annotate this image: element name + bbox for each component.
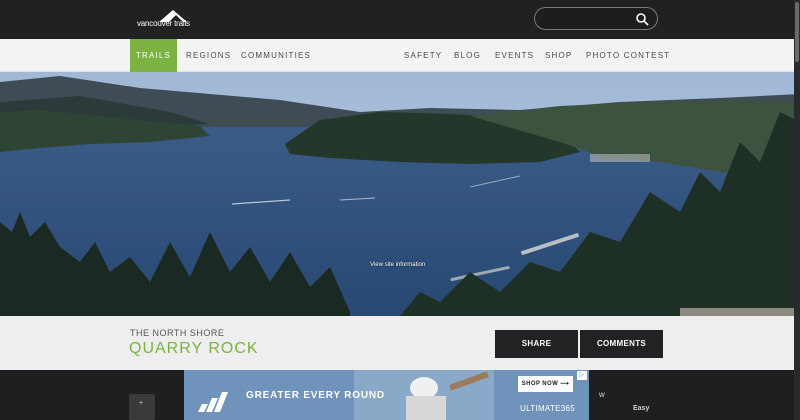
nav-item-communities[interactable]: COMMUNITIES (241, 39, 311, 72)
plus-icon: + (139, 400, 144, 407)
sidebar-logo-icon: ᴡ (599, 390, 605, 399)
logo-text: vancouver trails (137, 19, 190, 28)
trail-region[interactable]: THE NORTH SHORE (130, 328, 224, 338)
ad-shop-now-button[interactable]: SHOP NOW ⟶ (518, 376, 573, 392)
trail-title-band: THE NORTH SHORE QUARRY ROCK SHARE COMMEN… (0, 316, 800, 370)
nav-item-shop[interactable]: SHOP (545, 39, 572, 72)
lake-landscape-image (0, 72, 800, 316)
ad-choices-icon[interactable]: ▷ (577, 371, 587, 380)
nav-item-photo-contest[interactable]: PHOTO CONTEST (586, 39, 670, 72)
nav-item-events[interactable]: EVENTS (495, 39, 534, 72)
main-nav: TRAILS REGIONS COMMUNITIES SAFETY BLOG E… (0, 39, 800, 72)
page-title: QUARRY ROCK (129, 340, 259, 357)
search-input[interactable] (534, 7, 658, 30)
comments-button[interactable]: COMMENTS (580, 330, 663, 358)
hero-photo: View site information (0, 72, 800, 316)
ad-banner[interactable]: GREATER EVERY ROUND SHOP NOW ⟶ ULTIMATE3… (184, 370, 589, 420)
scrollbar[interactable] (794, 0, 800, 420)
nav-item-trails[interactable]: TRAILS (130, 39, 177, 72)
details-card: + (129, 394, 155, 420)
ad-headline: GREATER EVERY ROUND (246, 390, 385, 401)
share-button[interactable]: SHARE (495, 330, 578, 358)
difficulty-label: Easy (633, 405, 650, 412)
view-site-information-link[interactable]: View site information (370, 262, 425, 268)
site-header: vancouver trails (0, 0, 800, 39)
nav-item-blog[interactable]: BLOG (454, 39, 481, 72)
nav-item-regions[interactable]: REGIONS (186, 39, 231, 72)
site-logo[interactable]: vancouver trails (137, 10, 197, 32)
page: vancouver trails TRAILS REGIONS COMMUNIT… (0, 0, 800, 420)
scrollbar-thumb[interactable] (795, 2, 799, 62)
nav-item-safety[interactable]: SAFETY (404, 39, 442, 72)
ad-product-name: ULTIMATE365 (520, 404, 576, 413)
search-icon[interactable] (635, 12, 649, 26)
